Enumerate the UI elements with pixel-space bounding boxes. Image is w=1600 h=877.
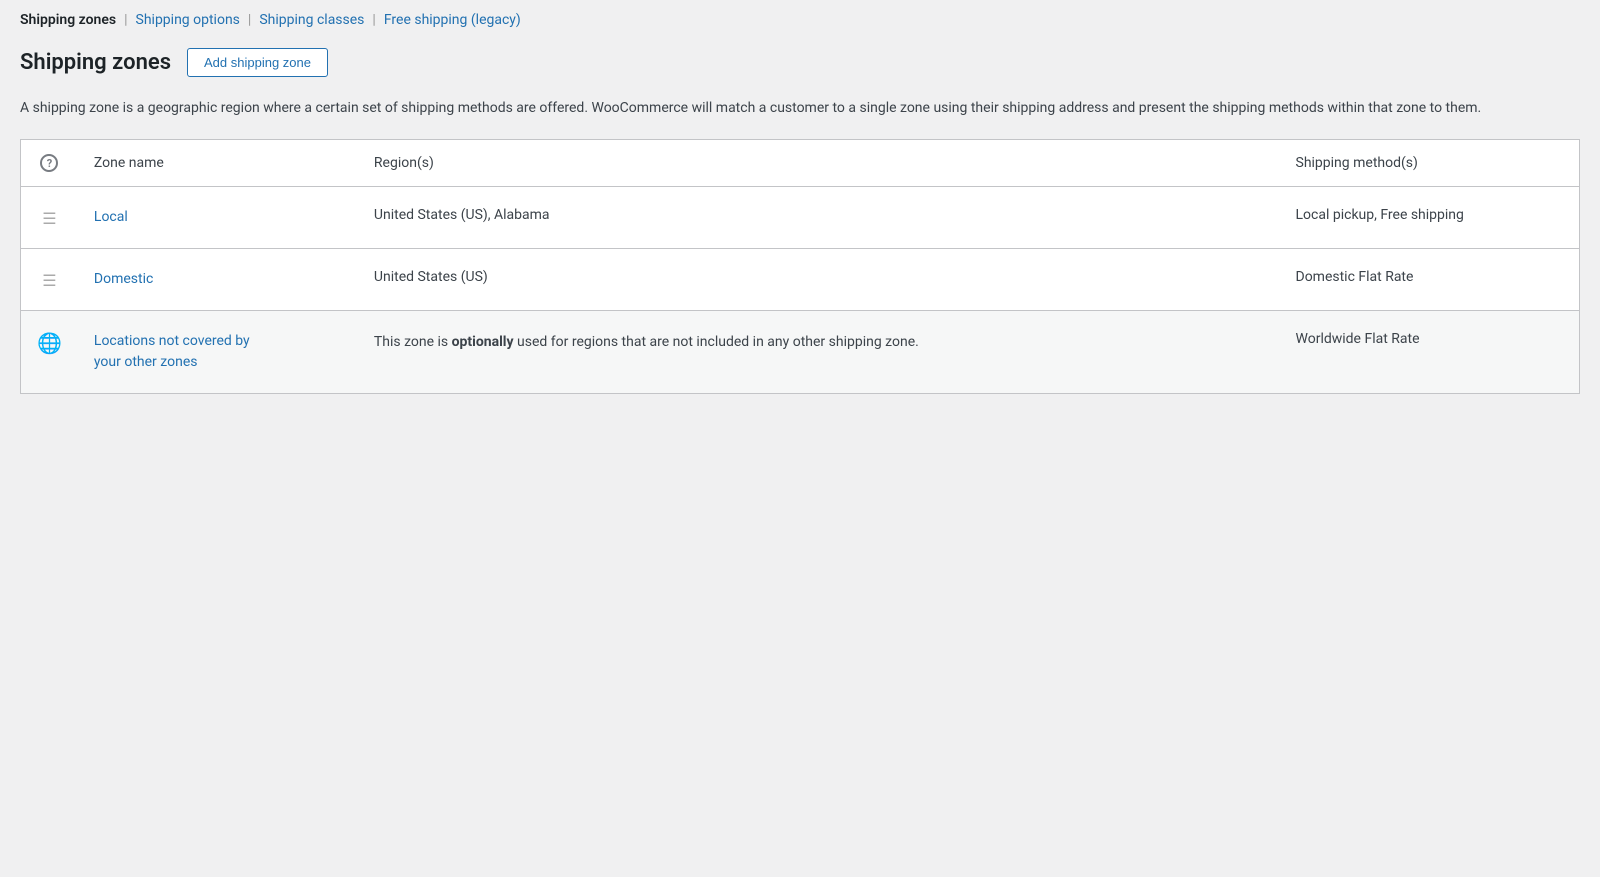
page-header: Shipping zones Add shipping zone (20, 48, 1580, 77)
zone-name-link-domestic[interactable]: Domestic (94, 271, 153, 287)
zone-methods-cell: Local pickup, Free shipping (1280, 187, 1580, 249)
nav-tab-shipping-classes[interactable]: Shipping classes (259, 12, 364, 28)
help-icon[interactable]: ? (40, 154, 58, 172)
zones-table: ? Zone name Region(s) Shipping method(s)… (20, 139, 1580, 394)
table-row: ☰ Domestic United States (US) Domestic F… (21, 249, 1580, 311)
fallback-methods-cell: Worldwide Flat Rate (1280, 311, 1580, 394)
zone-regions-cell: United States (US), Alabama (358, 187, 1280, 249)
zone-regions-cell: United States (US) (358, 249, 1280, 311)
table-header-row: ? Zone name Region(s) Shipping method(s) (21, 140, 1580, 187)
globe-icon: 🌐 (37, 331, 62, 355)
nav-tabs: Shipping zones | Shipping options | Ship… (20, 12, 1580, 28)
add-shipping-zone-button[interactable]: Add shipping zone (187, 48, 328, 77)
nav-tab-free-shipping[interactable]: Free shipping (legacy) (384, 12, 521, 28)
zone-name-cell: Domestic (78, 249, 358, 311)
nav-tab-shipping-options[interactable]: Shipping options (136, 12, 240, 28)
drag-handle-icon[interactable]: ☰ (37, 269, 62, 290)
table-row: ☰ Local United States (US), Alabama Loca… (21, 187, 1580, 249)
nav-separator-2: | (248, 12, 251, 28)
column-shipping-methods: Shipping method(s) (1280, 140, 1580, 187)
nav-separator-3: | (372, 12, 375, 28)
nav-separator-1: | (124, 12, 127, 28)
table-row-fallback: 🌐 Locations not covered by your other zo… (21, 311, 1580, 394)
drag-handle-icon[interactable]: ☰ (37, 207, 62, 228)
page-description: A shipping zone is a geographic region w… (20, 97, 1500, 119)
globe-icon-cell: 🌐 (21, 311, 78, 394)
fallback-description-cell: This zone is optionally used for regions… (358, 311, 1280, 394)
zone-name-link-fallback[interactable]: Locations not covered by your other zone… (94, 333, 250, 370)
drag-handle-cell: ☰ (21, 249, 78, 311)
column-regions: Region(s) (358, 140, 1280, 187)
fallback-description: This zone is optionally used for regions… (374, 334, 919, 350)
page-title: Shipping zones (20, 50, 171, 75)
page-wrapper: Shipping zones | Shipping options | Ship… (0, 0, 1600, 414)
fallback-zone-name-cell: Locations not covered by your other zone… (78, 311, 358, 394)
nav-tab-shipping-zones[interactable]: Shipping zones (20, 12, 116, 28)
zone-name-cell: Local (78, 187, 358, 249)
column-handle: ? (21, 140, 78, 187)
column-zone-name: Zone name (78, 140, 358, 187)
zone-methods-cell: Domestic Flat Rate (1280, 249, 1580, 311)
zone-name-link-local[interactable]: Local (94, 209, 128, 225)
drag-handle-cell: ☰ (21, 187, 78, 249)
